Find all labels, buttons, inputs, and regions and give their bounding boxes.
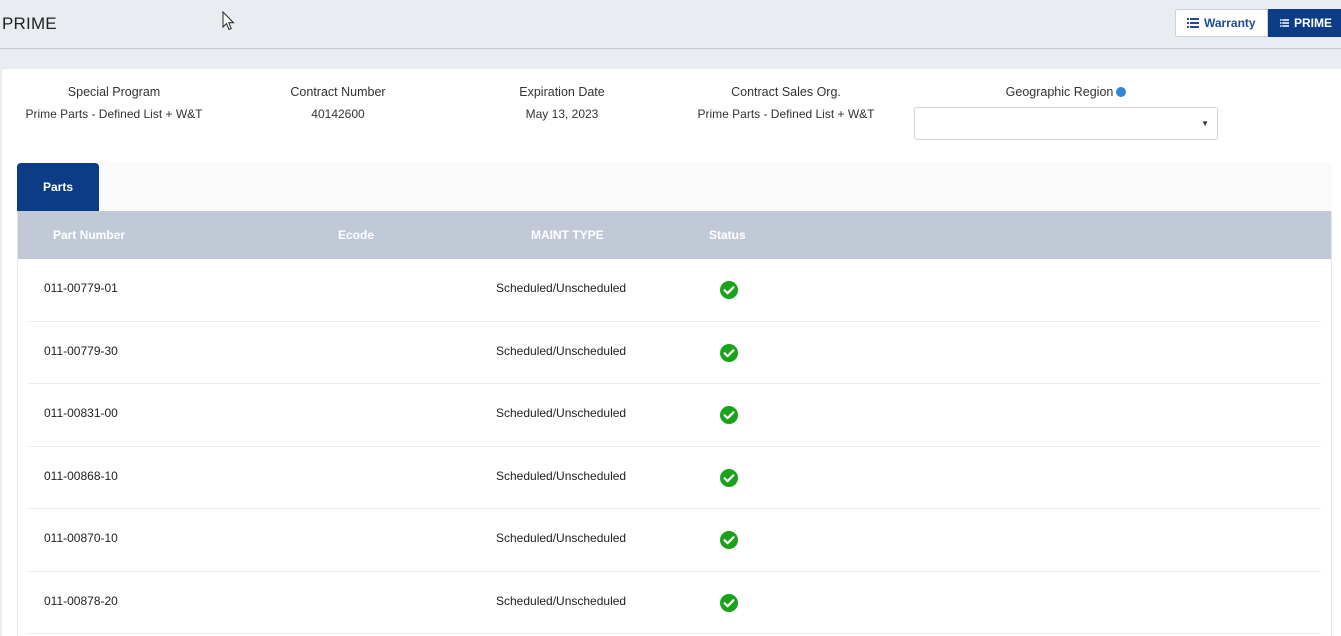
mouse-cursor-icon	[222, 11, 235, 31]
contract-number-label: Contract Number	[290, 85, 386, 99]
table-header: Part Number Ecode MAINT TYPE Status	[18, 211, 1331, 259]
tab-strip: Parts	[17, 162, 1332, 211]
geographic-region-label: Geographic Region	[1005, 85, 1114, 99]
part-number-cell: 011-00870-10	[44, 531, 118, 545]
contract-number-value: 40142600	[311, 107, 365, 121]
expiration-date-value: May 13, 2023	[525, 107, 599, 121]
contract-card: Special Program Prime Parts - Defined Li…	[2, 69, 1341, 636]
prime-toggle-label: PRIME	[1293, 16, 1332, 30]
page-title: PRIME	[2, 14, 57, 33]
view-toggle-group: Warranty PRIME	[1175, 9, 1341, 37]
part-number-cell: 011-00868-10	[44, 468, 118, 483]
contract-sales-org-value: Prime Parts - Defined List + W&T	[697, 107, 875, 121]
page-header: PRIME Warranty PRIME	[0, 0, 1341, 49]
contract-number-field: Contract Number 40142600	[278, 85, 398, 121]
special-program-field: Special Program Prime Parts - Defined Li…	[16, 85, 212, 121]
maint-type-cell: Scheduled/Unscheduled	[496, 593, 627, 608]
warranty-toggle-button[interactable]: Warranty	[1175, 9, 1268, 37]
maint-type-cell: Scheduled/Unscheduled	[496, 468, 627, 483]
list-icon	[1280, 19, 1289, 27]
table-row[interactable]: 011-00878-20 Scheduled/Unscheduled	[28, 572, 1321, 634]
parts-table: Part Number Ecode MAINT TYPE Status 011-…	[17, 211, 1332, 636]
warranty-toggle-label: Warranty	[1204, 16, 1256, 30]
part-number-cell: 011-00779-30	[44, 343, 118, 358]
table-row[interactable]: 011-00779-01 Scheduled/Unscheduled	[28, 259, 1321, 322]
expiration-date-label: Expiration Date	[519, 85, 605, 99]
maint-type-cell: Scheduled/Unscheduled	[496, 531, 627, 545]
column-header-part-number[interactable]: Part Number	[53, 228, 125, 242]
part-number-cell: 011-00831-00	[44, 406, 118, 420]
geographic-region-field: Geographic Region	[986, 85, 1146, 99]
check-icon	[720, 468, 738, 487]
special-program-value: Prime Parts - Defined List + W&T	[25, 107, 203, 121]
geographic-region-heading: Geographic Region	[986, 85, 1146, 99]
globe-icon[interactable]	[1116, 87, 1127, 97]
column-header-ecode[interactable]: Ecode	[338, 228, 374, 242]
check-icon	[720, 531, 738, 549]
table-row[interactable]: 011-00868-10 Scheduled/Unscheduled	[28, 447, 1321, 509]
column-header-status[interactable]: Status	[709, 228, 746, 242]
expiration-date-field: Expiration Date May 13, 2023	[502, 85, 622, 121]
check-icon	[720, 281, 738, 299]
geographic-region-select[interactable]: ▼	[914, 107, 1218, 140]
check-icon	[720, 406, 738, 424]
chevron-down-icon: ▼	[1201, 119, 1209, 128]
check-icon	[720, 343, 738, 362]
column-header-maint-type[interactable]: MAINT TYPE	[531, 228, 604, 242]
list-icon	[1187, 18, 1199, 28]
maint-type-cell: Scheduled/Unscheduled	[496, 406, 627, 420]
contract-sales-org-field: Contract Sales Org. Prime Parts - Define…	[688, 85, 884, 121]
contract-sales-org-label: Contract Sales Org.	[731, 85, 841, 99]
check-icon	[720, 593, 738, 612]
prime-toggle-button[interactable]: PRIME	[1268, 9, 1341, 37]
special-program-label: Special Program	[67, 85, 161, 99]
table-row[interactable]: 011-00779-30 Scheduled/Unscheduled	[28, 322, 1321, 384]
table-body: 011-00779-01 Scheduled/Unscheduled 011-007…	[18, 259, 1331, 634]
part-number-cell: 011-00779-01	[44, 281, 118, 295]
maint-type-cell: Scheduled/Unscheduled	[496, 281, 627, 295]
part-number-cell: 011-00878-20	[44, 593, 118, 608]
table-row[interactable]: 011-00831-00 Scheduled/Unscheduled	[28, 384, 1321, 447]
tab-parts[interactable]: Parts	[17, 163, 99, 211]
table-row[interactable]: 011-00870-10 Scheduled/Unscheduled	[28, 509, 1321, 572]
maint-type-cell: Scheduled/Unscheduled	[496, 343, 627, 358]
